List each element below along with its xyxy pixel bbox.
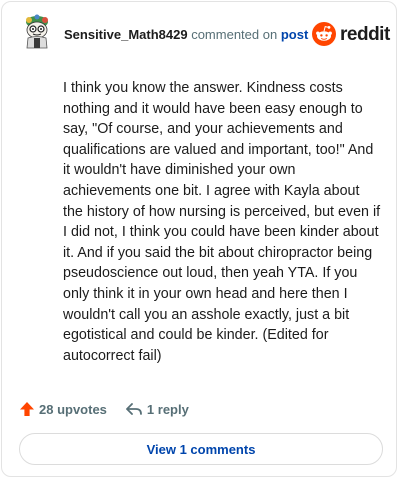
reply-button[interactable]: 1 reply [125,401,189,417]
avatar-image [26,14,48,49]
post-link[interactable]: post [281,27,308,42]
reddit-snoo-icon [312,22,336,46]
comment-header: Sensitive_Math8429 commented on post [64,27,308,42]
reply-count: 1 reply [146,401,189,417]
view-comments-button[interactable]: View 1 comments [19,433,383,465]
comment-card: Sensitive_Math8429 commented on post red… [1,1,397,477]
reddit-logo[interactable]: reddit [312,21,390,47]
upvote-arrow-icon[interactable] [19,401,35,417]
reply-arrow-icon [126,403,142,415]
username-link[interactable]: Sensitive_Math8429 [64,27,188,42]
commented-on-text: commented on [191,27,278,42]
comment-body: I think you know the answer. Kindness co… [63,80,381,364]
comment-actions: 28 upvotes 1 reply [19,400,189,418]
upvote-count: 28 upvotes [39,401,107,417]
avatar[interactable] [21,14,53,50]
reddit-wordmark: reddit [340,23,390,45]
